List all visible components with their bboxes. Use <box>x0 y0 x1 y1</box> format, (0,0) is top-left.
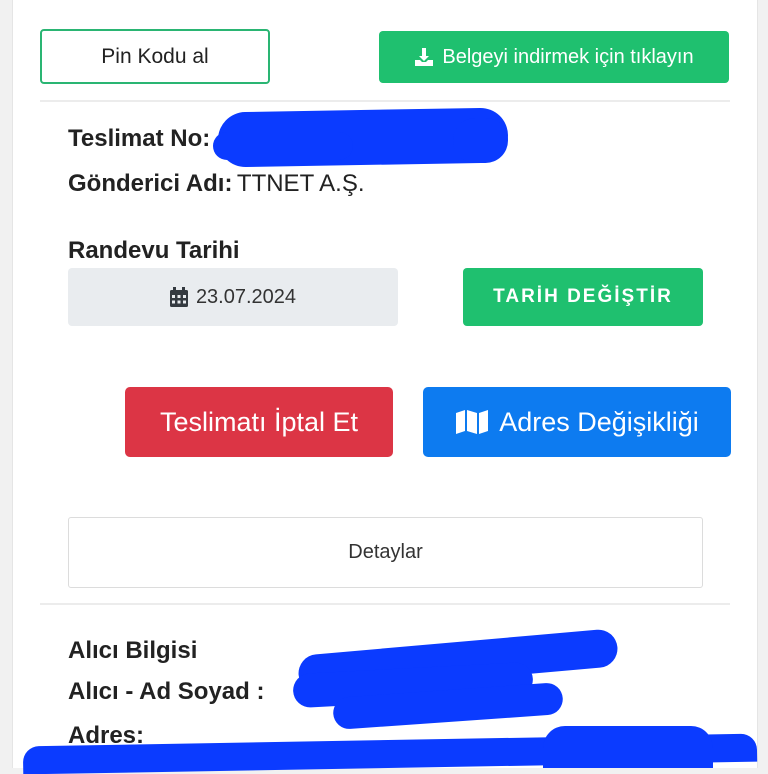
map-icon <box>456 410 489 434</box>
sender-row: Gönderici Adı: TTNET A.Ş. <box>68 170 365 198</box>
change-date-label: TARİH DEĞİŞTİR <box>493 286 673 307</box>
recipient-heading: Alıcı Bilgisi <box>68 637 198 664</box>
appointment-date-value: 23.07.2024 <box>195 285 297 308</box>
details-button[interactable]: Detaylar <box>68 517 703 588</box>
delivery-card: Pin Kodu al Belgeyi indirmek için tıklay… <box>12 0 758 774</box>
change-date-button[interactable]: TARİH DEĞİŞTİR <box>463 268 703 326</box>
calendar-icon <box>169 287 188 307</box>
pin-code-button[interactable]: Pin Kodu al <box>40 29 270 84</box>
appointment-date-field: 23.07.2024 <box>68 268 398 326</box>
recipient-name-label: Alıcı - Ad Soyad : <box>68 678 265 705</box>
divider <box>40 100 730 102</box>
cancel-delivery-button[interactable]: Teslimatı İptal Et <box>125 387 393 457</box>
pin-code-button-label: Pin Kodu al <box>101 44 209 68</box>
details-label: Detaylar <box>348 541 423 563</box>
download-document-label: Belgeyi indirmek için tıklayın <box>442 45 694 68</box>
download-document-button[interactable]: Belgeyi indirmek için tıklayın <box>379 31 729 83</box>
delivery-number-label: Teslimat No: <box>68 125 211 152</box>
address-change-button[interactable]: Adres Değişikliği <box>423 387 731 457</box>
cancel-delivery-label: Teslimatı İptal Et <box>159 406 359 437</box>
download-icon <box>415 48 434 66</box>
divider <box>40 603 730 605</box>
appointment-label: Randevu Tarihi <box>68 237 240 264</box>
address-change-label: Adres Değişikliği <box>499 406 699 437</box>
sender-value: TTNET A.Ş. <box>236 170 365 197</box>
sender-label: Gönderici Adı: <box>68 170 233 197</box>
